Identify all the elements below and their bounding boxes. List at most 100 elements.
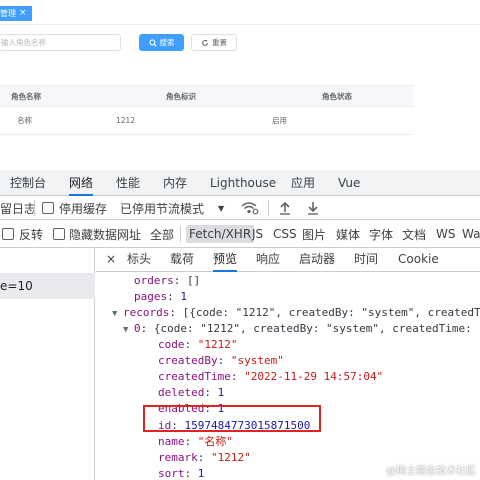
list-item: createdTime: "2022-11-29 14:57:04" <box>158 370 384 383</box>
filter-type-js[interactable]: JS <box>252 220 263 248</box>
hide-data-urls-toggle[interactable]: 隐藏数据网址 <box>53 220 141 248</box>
filter-type-ws[interactable]: WS <box>436 220 455 248</box>
tabs-divider <box>0 24 480 25</box>
code-value: "1212" <box>197 338 238 351</box>
list-item: remark: "1212" <box>158 451 251 464</box>
invert-label: 反转 <box>19 227 44 242</box>
devtools-tab-bar: 控制台 网络 性能 内存 Lighthouse 应用 Vue <box>0 170 480 196</box>
tab-response[interactable]: 响应 <box>256 248 280 272</box>
network-toolbar: 留日志 停用缓存 已停用节流模式 ▼ <box>0 196 480 220</box>
reset-button[interactable]: 重置 <box>191 34 237 51</box>
id-highlight-box <box>143 405 321 432</box>
created-time-value: "2022-11-29 14:57:04" <box>244 370 384 383</box>
disable-cache-label: 停用缓存 <box>59 201 108 216</box>
tab-application[interactable]: 应用 <box>291 170 315 196</box>
filter-type-font[interactable]: 字体 <box>369 220 393 248</box>
disable-cache-checkbox[interactable] <box>42 202 54 214</box>
request-row[interactable]: e=10 <box>0 273 95 299</box>
filter-type-fetch-xhr[interactable]: Fetch/XHR <box>186 225 255 243</box>
reset-button-label: 重置 <box>212 38 227 47</box>
tab-timing[interactable]: 时间 <box>354 248 378 272</box>
tab-vue[interactable]: Vue <box>338 170 360 196</box>
column-header-role-key: 角色标识 <box>166 91 196 101</box>
toolbar-divider <box>34 200 35 216</box>
search-button-label: 搜索 <box>159 38 175 47</box>
role-table: 角色名称 角色标识 角色状态 名称 1212 启用 <box>0 85 413 135</box>
list-item: createdBy: "system" <box>158 354 284 367</box>
list-item: code: "1212" <box>158 338 238 351</box>
watermark: @稀土掘金技术社区 <box>386 466 476 477</box>
request-list: e=10 <box>0 248 95 480</box>
cell-role-status: 启用 <box>272 116 287 125</box>
dropdown-arrow-icon: ▼ <box>218 203 225 213</box>
expand-triangle-icon[interactable]: ▼ <box>123 322 134 338</box>
web-app: 管理 × 搜索 重置 角色名称 角色标识 角色状态 名称 1212 启用 <box>0 0 480 170</box>
list-item[interactable]: ▼ 0: {code: "1212", createdBy: "system", … <box>123 321 472 337</box>
pages-value: 1 <box>180 290 187 303</box>
request-detail-tabs: × 标头 载荷 预览 响应 启动器 时间 Cookie <box>96 248 480 272</box>
hide-data-urls-checkbox[interactable] <box>53 228 65 240</box>
created-by-value: "system" <box>230 354 284 367</box>
list-item: deleted: 1 <box>158 386 225 399</box>
filter-type-fetch-xhr-label: Fetch/XHR <box>186 225 255 243</box>
search-button[interactable]: 搜索 <box>139 34 184 51</box>
hide-data-urls-label: 隐藏数据网址 <box>69 227 142 242</box>
search-icon <box>148 38 157 47</box>
tab-cookies[interactable]: Cookie <box>398 248 439 272</box>
import-har-icon[interactable] <box>279 196 291 220</box>
remark-value: "1212" <box>211 451 251 464</box>
filter-divider <box>180 226 181 242</box>
preserve-log-label[interactable]: 留日志 <box>0 196 36 220</box>
tab-console[interactable]: 控制台 <box>10 170 46 196</box>
records-summary: [{code: "1212", createdBy: "system", cre… <box>182 306 480 319</box>
cell-role-key: 1212 <box>116 116 136 125</box>
disable-cache-toggle[interactable]: 停用缓存 <box>42 196 107 220</box>
invert-checkbox[interactable] <box>2 228 14 240</box>
tab-initiator[interactable]: 启动器 <box>299 248 335 272</box>
network-conditions-icon[interactable] <box>241 196 259 220</box>
tag-view-label: 管理 <box>0 9 16 18</box>
close-icon[interactable]: × <box>19 6 27 21</box>
tab-network[interactable]: 网络 <box>69 170 94 196</box>
sort-value: 1 <box>197 467 205 480</box>
column-header-role-status: 角色状态 <box>322 91 352 101</box>
json-preview: orders: [] pages: 1 ▼ records: [{code: "1… <box>96 272 480 480</box>
filter-type-all[interactable]: 全部 <box>150 220 174 248</box>
throttling-label: 已停用节流模式 <box>120 201 205 216</box>
column-header-role-name: 角色名称 <box>11 91 41 101</box>
filter-type-css[interactable]: CSS <box>273 220 297 248</box>
tab-lighthouse[interactable]: Lighthouse <box>210 170 276 196</box>
filter-type-media[interactable]: 媒体 <box>336 220 360 248</box>
cell-role-name: 名称 <box>17 116 32 125</box>
deleted-value: 1 <box>217 386 225 399</box>
table-header: 角色名称 角色标识 角色状态 <box>0 85 413 107</box>
filter-type-wasm[interactable]: Wa <box>462 220 480 248</box>
list-item: name: "名称" <box>158 435 233 448</box>
close-icon[interactable]: × <box>106 248 116 272</box>
devtools-panel: 控制台 网络 性能 内存 Lighthouse 应用 Vue 留日志 停用缓存 … <box>0 170 480 480</box>
refresh-icon <box>202 39 208 46</box>
throttling-select[interactable]: 已停用节流模式 ▼ <box>120 196 224 220</box>
name-value: "名称" <box>197 435 233 448</box>
filter-type-img[interactable]: 图片 <box>302 220 326 248</box>
expand-triangle-icon[interactable]: ▼ <box>112 306 123 322</box>
network-filter-bar: 反转 隐藏数据网址 全部 Fetch/XHR JS CSS 图片 媒体 字体 文… <box>0 220 480 248</box>
list-item: orders: [] <box>134 274 201 287</box>
list-item: sort: 1 <box>158 467 205 480</box>
filter-type-doc[interactable]: 文档 <box>402 220 426 248</box>
tab-payload[interactable]: 载荷 <box>170 248 194 272</box>
table-row[interactable]: 名称 1212 启用 <box>0 107 413 135</box>
role-name-search-input[interactable] <box>0 34 121 51</box>
toolbar-divider <box>268 200 269 216</box>
tag-view-tab[interactable]: 管理 × <box>0 6 32 21</box>
item0-summary: {code: "1212", createdBy: "system", crea… <box>153 322 472 335</box>
tab-headers[interactable]: 标头 <box>127 248 151 272</box>
export-har-icon[interactable] <box>307 196 319 220</box>
orders-value: [] <box>187 274 201 287</box>
tab-performance[interactable]: 性能 <box>116 170 140 196</box>
list-item: pages: 1 <box>134 290 187 303</box>
list-item[interactable]: ▼ records: [{code: "1212", createdBy: "sy… <box>112 305 480 321</box>
invert-toggle[interactable]: 反转 <box>2 220 43 248</box>
tab-preview[interactable]: 预览 <box>213 248 238 272</box>
tab-memory[interactable]: 内存 <box>163 170 187 196</box>
